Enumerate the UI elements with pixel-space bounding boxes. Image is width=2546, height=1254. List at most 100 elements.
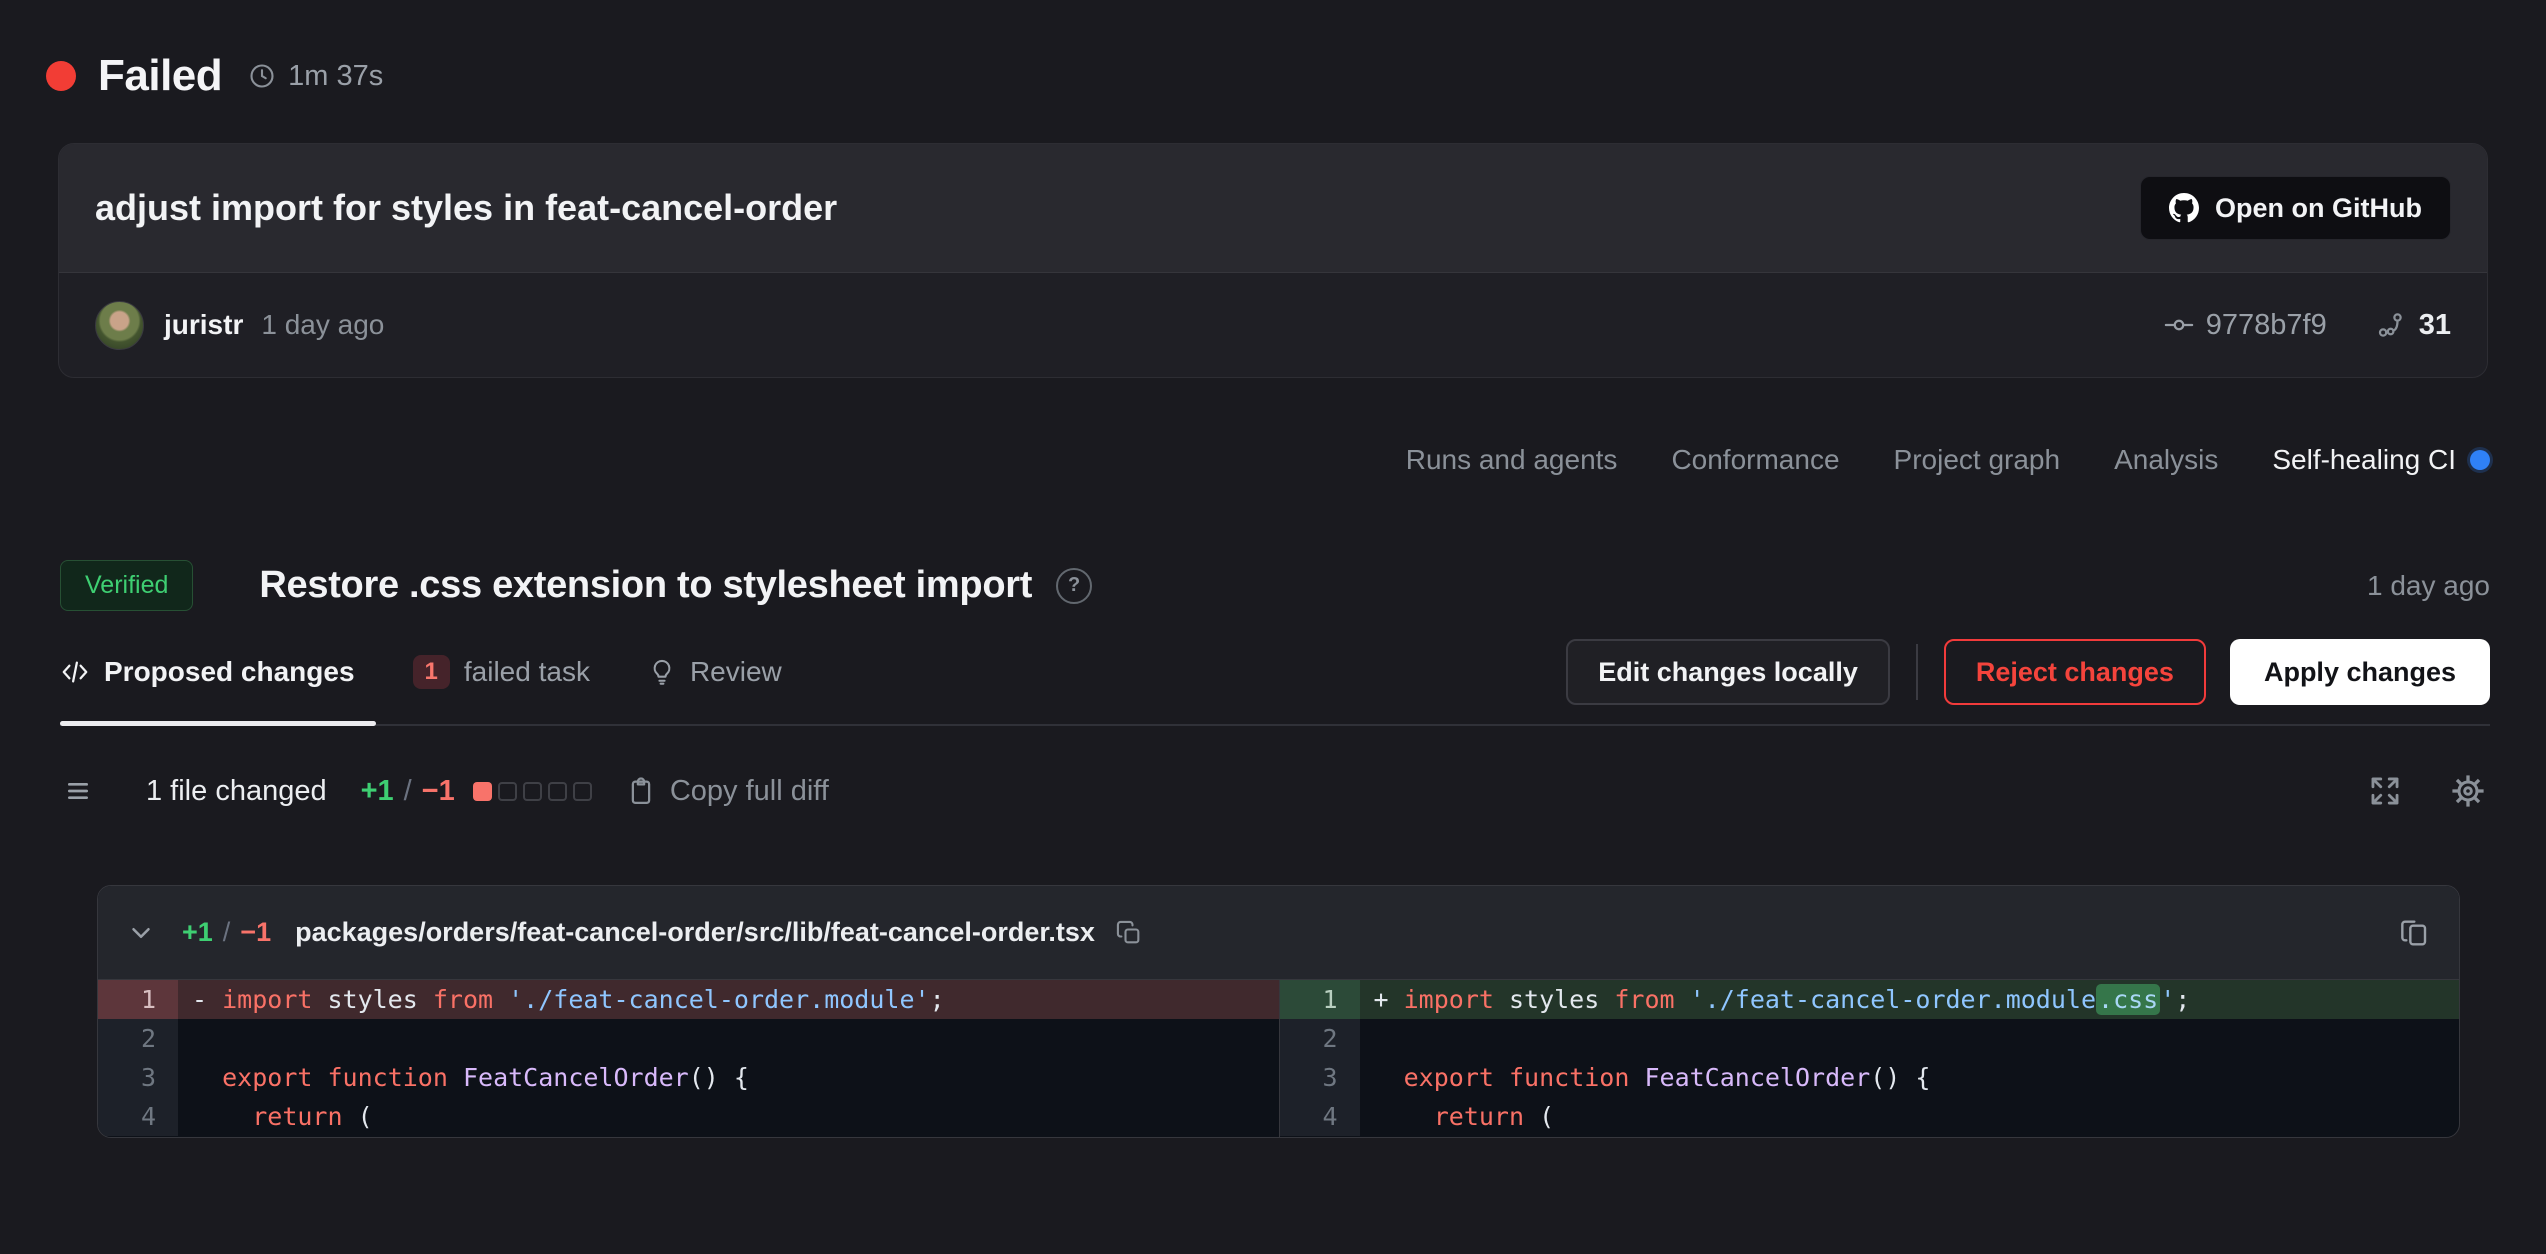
diff-file-card: +1 / −1 packages/orders/feat-cancel-orde… [97,885,2460,1138]
diff-line-ctx: 4 return ( [1280,1097,2460,1136]
hamburger-icon[interactable] [64,775,96,807]
commit-hash-value: 9778b7f9 [2206,309,2327,342]
code-line: + import styles from './feat-cancel-orde… [1360,980,2460,1019]
diff-file-header: +1 / −1 packages/orders/feat-cancel-orde… [98,886,2459,980]
code-line [178,1019,1279,1058]
open-on-github-label: Open on GitHub [2215,193,2422,224]
line-number: 2 [1280,1019,1360,1058]
self-healing-ci-page: Failed 1m 37s adjust import for styles i… [0,0,2546,1254]
stat-block-empty [548,782,567,801]
active-tab-indicator [60,721,376,726]
nav-item-self-healing-ci[interactable]: Self-healing CI [2272,444,2490,476]
clipboard-icon [626,776,656,806]
apply-changes-button[interactable]: Apply changes [2230,639,2490,705]
diff-pane-before[interactable]: 1- import styles from './feat-cancel-ord… [98,980,1279,1137]
tab-failed-task-label: failed task [464,656,590,688]
line-number: 3 [1280,1058,1360,1097]
chevron-down-icon[interactable] [126,918,156,948]
active-nav-dot [2470,450,2490,470]
diff-stats: +1 / −1 [361,775,455,808]
code-line: export function FeatCancelOrder() { [1360,1058,2460,1097]
code-line: export function FeatCancelOrder() { [178,1058,1279,1097]
nav-item-label: Project graph [1894,444,2061,476]
line-number: 2 [98,1019,178,1058]
expand-icon[interactable] [2368,774,2402,808]
copy-file-icon[interactable] [2399,917,2431,949]
branch-count-value: 31 [2419,309,2451,342]
author-avatar [95,301,144,350]
line-number: 4 [1280,1097,1360,1136]
diff-line-ctx: 2 [98,1019,1279,1058]
lightbulb-icon [648,658,676,686]
reject-changes-button[interactable]: Reject changes [1944,639,2206,705]
clock-icon [248,62,276,90]
nav-item-analysis[interactable]: Analysis [2114,444,2218,476]
tabs-underline [60,724,2490,726]
commit-card-meta: juristr 1 day ago 9778b7f9 [59,273,2487,377]
files-changed-label: 1 file changed [146,775,327,808]
verified-badge: Verified [60,560,193,611]
question-icon[interactable]: ? [1056,568,1092,604]
author-name: juristr [164,309,243,341]
diff-split-view: 1- import styles from './feat-cancel-ord… [98,980,2459,1137]
code-icon [60,657,90,687]
diff-line-add: 1+ import styles from './feat-cancel-ord… [1280,980,2460,1019]
status-failed-dot [46,61,76,91]
commit-message: adjust import for styles in feat-cancel-… [95,187,837,229]
code-line [1360,1019,2460,1058]
open-on-github-button[interactable]: Open on GitHub [2140,176,2451,240]
diff-line-ctx: 2 [1280,1019,2460,1058]
diff-pane-after[interactable]: 1+ import styles from './feat-cancel-ord… [1279,980,2460,1137]
line-number: 4 [98,1097,178,1136]
nav-item-runs-and-agents[interactable]: Runs and agents [1406,444,1618,476]
run-duration: 1m 37s [288,60,383,93]
nav-item-label: Analysis [2114,444,2218,476]
nav-item-conformance[interactable]: Conformance [1671,444,1839,476]
copy-full-diff-button[interactable]: Copy full diff [626,775,829,808]
commit-hash[interactable]: 9778b7f9 [2164,309,2327,342]
actions-divider [1916,644,1918,700]
diff-line-ctx: 4 return ( [98,1097,1279,1136]
commit-card-header: adjust import for styles in feat-cancel-… [59,144,2487,273]
commit-time: 1 day ago [261,309,384,341]
action-buttons: Edit changes locally Reject changes Appl… [1566,639,2490,705]
stat-block-empty [573,782,592,801]
github-icon [2169,193,2199,223]
nav-item-label: Conformance [1671,444,1839,476]
copy-icon[interactable] [1115,919,1143,947]
file-path: packages/orders/feat-cancel-order/src/li… [295,917,1095,948]
stat-block-deletion [473,782,492,801]
gear-icon[interactable] [2450,773,2486,809]
tab-review-label: Review [690,656,782,688]
tab-review[interactable]: Review [648,656,782,688]
copy-full-diff-label: Copy full diff [670,775,829,808]
stat-block-empty [498,782,517,801]
diff-line-ctx: 3 export function FeatCancelOrder() { [98,1058,1279,1097]
code-line: - import styles from './feat-cancel-orde… [178,980,1279,1019]
nav-item-label: Self-healing CI [2272,444,2456,476]
tab-failed-task[interactable]: 1 failed task [413,655,590,689]
nav-item-label: Runs and agents [1406,444,1618,476]
commit-icon [2164,310,2194,340]
fix-header-row: Verified Restore .css extension to style… [60,560,2490,611]
workspace-nav: Runs and agents Conformance Project graph A… [1406,444,2490,476]
deletions-count: −1 [422,775,455,808]
line-number: 1 [98,980,178,1019]
tabs-row: Proposed changes 1 failed task Review Ed… [60,636,2490,708]
line-number: 3 [98,1058,178,1097]
tab-proposed-changes[interactable]: Proposed changes [60,656,355,688]
stat-block-empty [523,782,542,801]
diff-line-ctx: 3 export function FeatCancelOrder() { [1280,1058,2460,1097]
additions-count: +1 [361,775,394,808]
failed-count-badge: 1 [413,655,450,689]
git-branch-icon [2375,310,2405,340]
fix-title: Restore .css extension to stylesheet imp… [259,564,1032,607]
code-line: return ( [1360,1097,2460,1136]
diff-toolbar: 1 file changed +1 / −1 Copy full diff [64,764,2486,818]
line-number: 1 [1280,980,1360,1019]
nav-item-project-graph[interactable]: Project graph [1894,444,2061,476]
edit-changes-locally-button[interactable]: Edit changes locally [1566,639,1890,705]
fix-time: 1 day ago [2367,570,2490,602]
tab-proposed-changes-label: Proposed changes [104,656,355,688]
diff-line-del: 1- import styles from './feat-cancel-ord… [98,980,1279,1019]
